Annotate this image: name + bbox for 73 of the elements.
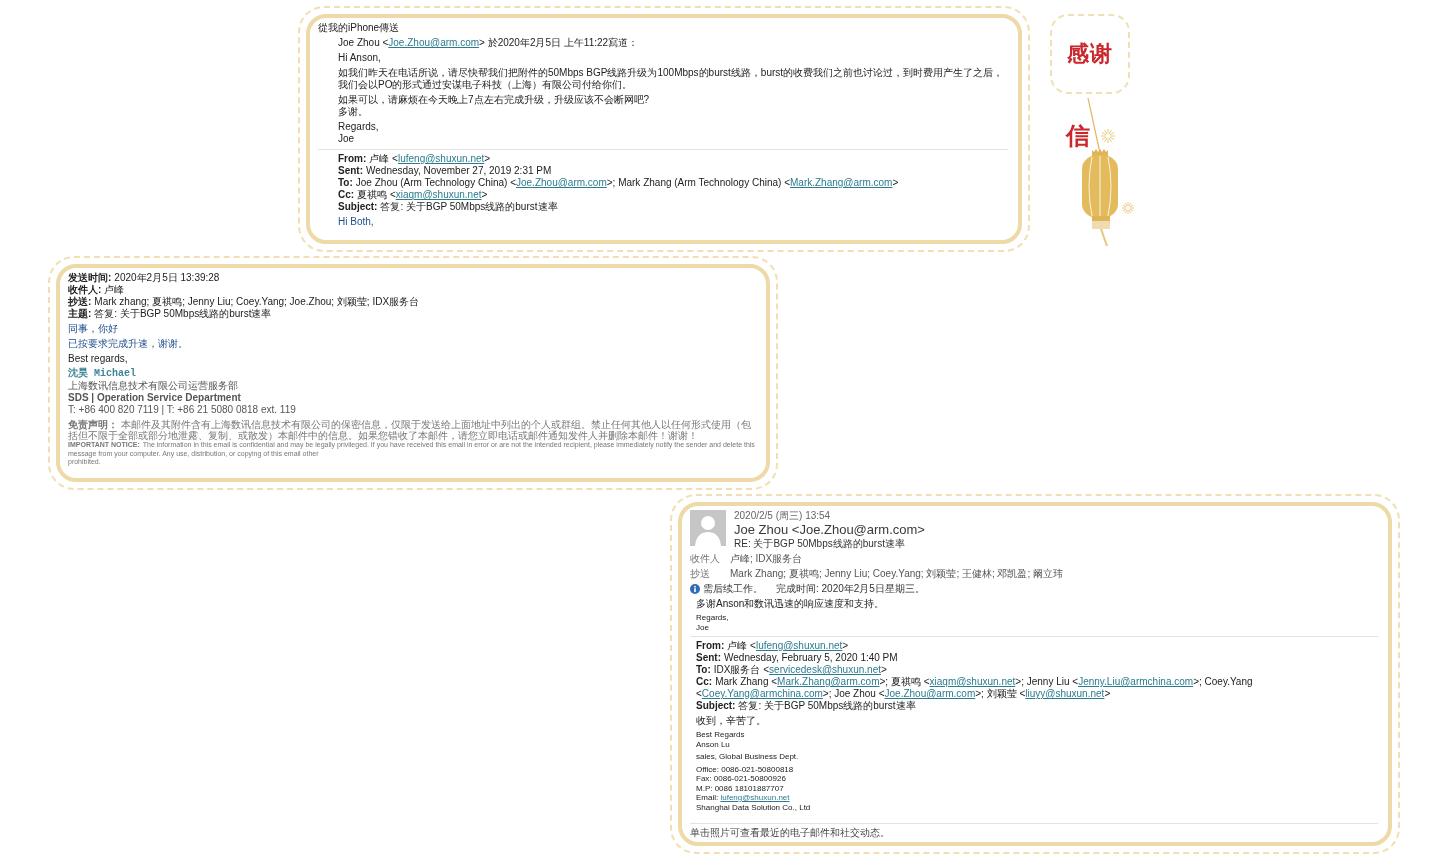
email-link[interactable]: Joe.Zhou@arm.com — [884, 688, 976, 699]
field-value: 卢峰; IDX服务台 — [730, 553, 803, 565]
info-icon — [690, 584, 700, 594]
signature-text: SDS | Operation Service Department — [68, 392, 242, 404]
header-field: From: 卢峰 <lufeng@shuxun.net> — [338, 153, 1008, 165]
header-field: Subject: 答复: 关于BGP 50Mbps线路的burst速率 — [338, 201, 1008, 213]
email-text: 從我的iPhone傳送 — [318, 22, 401, 34]
signature-text: sales, Global Business Dept. — [696, 752, 800, 762]
email-link[interactable]: Mark.Zhang@arm.com — [790, 177, 893, 188]
signature-text: Anson Lu — [696, 739, 731, 749]
header-field: Cc: 夏祺鸣 <xiaqm@shuxun.net> — [338, 189, 1008, 201]
header-field: Sent: Wednesday, November 27, 2019 2:31 PM — [338, 165, 1008, 177]
field-label: 抄送 — [690, 568, 711, 580]
email-link[interactable]: lufeng@shuxun.net — [397, 153, 485, 164]
signature-text: Shanghai Data Solution Co., Ltd — [696, 802, 812, 812]
signature-text: T: +86 400 820 7119 | T: +86 21 5080 0818 ext. 119 — [68, 404, 297, 416]
signature-text: Best Regards — [696, 730, 746, 740]
email-link[interactable]: Joe.Zhou@arm.com — [388, 37, 480, 48]
header-field: 发送时间: 2020年2月5日 13:39:28 — [68, 272, 756, 284]
date-text: 2020/2/5 (周三) 13:54 — [734, 510, 832, 522]
email-text: 已按要求完成升速，谢谢。 — [68, 338, 189, 350]
flag-text: 需后续工作。 — [703, 583, 763, 595]
header-field: 收件人: 卢峰 — [68, 284, 756, 296]
email-text: Joe — [338, 133, 356, 145]
header-field: To: Joe Zhou (Arm Technology China) <Joe.Zhou@arm.com>; Mark Zhang (Arm Technology China) <Mark.Zhang@arm.com> — [338, 177, 1008, 189]
email-link[interactable]: Coey.Yang@armchina.com — [701, 688, 823, 699]
header-field: 主题: 答复: 关于BGP 50Mbps线路的burst速率 — [68, 308, 756, 320]
header-field: To: IDX服务台 <servicedesk@shuxun.net> — [696, 664, 1378, 676]
email-link[interactable]: Joe.Zhou@arm.com — [516, 177, 607, 188]
email-link[interactable]: xiaqm@shuxun.net — [929, 676, 1016, 687]
signature-text: Fax: 0086-021-50800926 — [696, 774, 787, 784]
email-text: Joe Zhou <Joe.Zhou@arm.com> 於2020年2月5日 上午11:22寫道： — [338, 37, 640, 49]
email-link[interactable]: servicedesk@shuxun.net — [769, 664, 881, 675]
email-text: 多谢Anson和数讯迅速的响应速度和支持。 — [696, 598, 886, 610]
disclaimer-text: 免责声明： 本邮件及其附件含有上海数讯信息技术有限公司的保密信息，仅限于发送给上面地址中列出的个人或群组。禁止任何其他人以任何形式使用（包括但不限于全部或部分地泄露、复制、或散发）本邮件中的信息。如果您错收了本邮件，请您立即电话或邮件通知发件人并删除本邮件！谢谢！ — [68, 419, 752, 441]
email-text: 同事，你好 — [68, 323, 119, 335]
email-text: Best regards, — [68, 353, 129, 365]
header-field: 抄送: Mark zhang; 夏祺鸣; Jenny Liu; Coey.Yang; Joe.Zhou; 刘颖莹; IDX服务台 — [68, 296, 756, 308]
email-text: Regards, — [338, 121, 380, 133]
signature-text: Email: lufeng@shuxun.net — [696, 793, 791, 803]
sparkle-icon — [1121, 201, 1135, 215]
email-link[interactable]: xiaqm@shuxun.net — [395, 189, 482, 200]
side-title-text: 信 — [1066, 124, 1090, 148]
title-card: 感谢 — [1050, 14, 1130, 94]
field-label: 收件人 — [690, 553, 721, 565]
email-text: 如果可以，请麻烦在今天晚上7点左右完成升级，升级应该不会断网吧? — [338, 94, 651, 106]
email-text: 如我们昨天在电话所说，请尽快帮我们把附件的50Mbps BGP线路升级为100Mbps的burst线路，burst的收费我们之前也讨论过，到时费用产生了之后，我们会以PO的形式通过安谋电子科技（上海）有限公司付给你们。 — [338, 67, 1005, 91]
footer-text: 单击照片可查看最近的电子邮件和社交动态。 — [690, 823, 1378, 839]
signature-name: 沈昊 Michael — [68, 368, 137, 380]
email-link[interactable]: lufeng@shuxun.net — [755, 640, 843, 651]
email-text: Hi Both, — [338, 216, 375, 228]
signature-text: M.P: 0086 18101887707 — [696, 783, 785, 793]
signature-text: Joe — [696, 622, 710, 632]
signature-text: Regards, — [696, 613, 730, 623]
header-field: From: 卢峰 <lufeng@shuxun.net> — [696, 640, 1378, 652]
avatar-icon — [690, 510, 726, 546]
email-link[interactable]: Mark.Zhang@arm.com — [777, 676, 880, 687]
field-value: Mark Zhang; 夏祺鸣; Jenny Liu; Coey.Yang; 刘颖莹; 王健林; 邓凯盈; 阚立玮 — [730, 568, 1064, 580]
email-text: 收到，辛苦了。 — [696, 715, 767, 727]
sparkle-icon — [1100, 128, 1116, 144]
email-link[interactable]: Jenny.Liu@armchina.com — [1078, 676, 1194, 687]
header-field: Sent: Wednesday, February 5, 2020 1:40 PM — [696, 652, 1378, 664]
subject-text: RE: 关于BGP 50Mbps线路的burst速率 — [734, 538, 906, 550]
sender-text: Joe Zhou <Joe.Zhou@arm.com> — [734, 522, 925, 538]
header-field: Subject: 答复: 关于BGP 50Mbps线路的burst速率 — [696, 700, 1378, 712]
header-field: Cc: Mark Zhang <Mark.Zhang@arm.com>; 夏祺鸣 <xiaqm@shuxun.net>; Jenny Liu <Jenny.Liu@armchina.com>; Coey.Yang <Coey.Yang@armchina.com>; Joe Zhou <Joe.Zhou@arm.com>; 刘颖莹 <liuyy@shuxun.net> — [696, 676, 1378, 700]
email-link[interactable]: liuyy@shuxun.net — [1025, 688, 1105, 699]
email-link[interactable]: lufeng@shuxun.net — [720, 793, 790, 802]
email-text: Hi Anson, — [338, 52, 382, 64]
email-text: 多谢。 — [338, 106, 369, 118]
due-date-text: 完成时间: 2020年2月5日星期三。 — [776, 583, 925, 595]
signature-text: 上海数讯信息技术有限公司运营服务部 — [68, 380, 239, 392]
signature-text: Office: 0086-021-50800818 — [696, 764, 795, 774]
